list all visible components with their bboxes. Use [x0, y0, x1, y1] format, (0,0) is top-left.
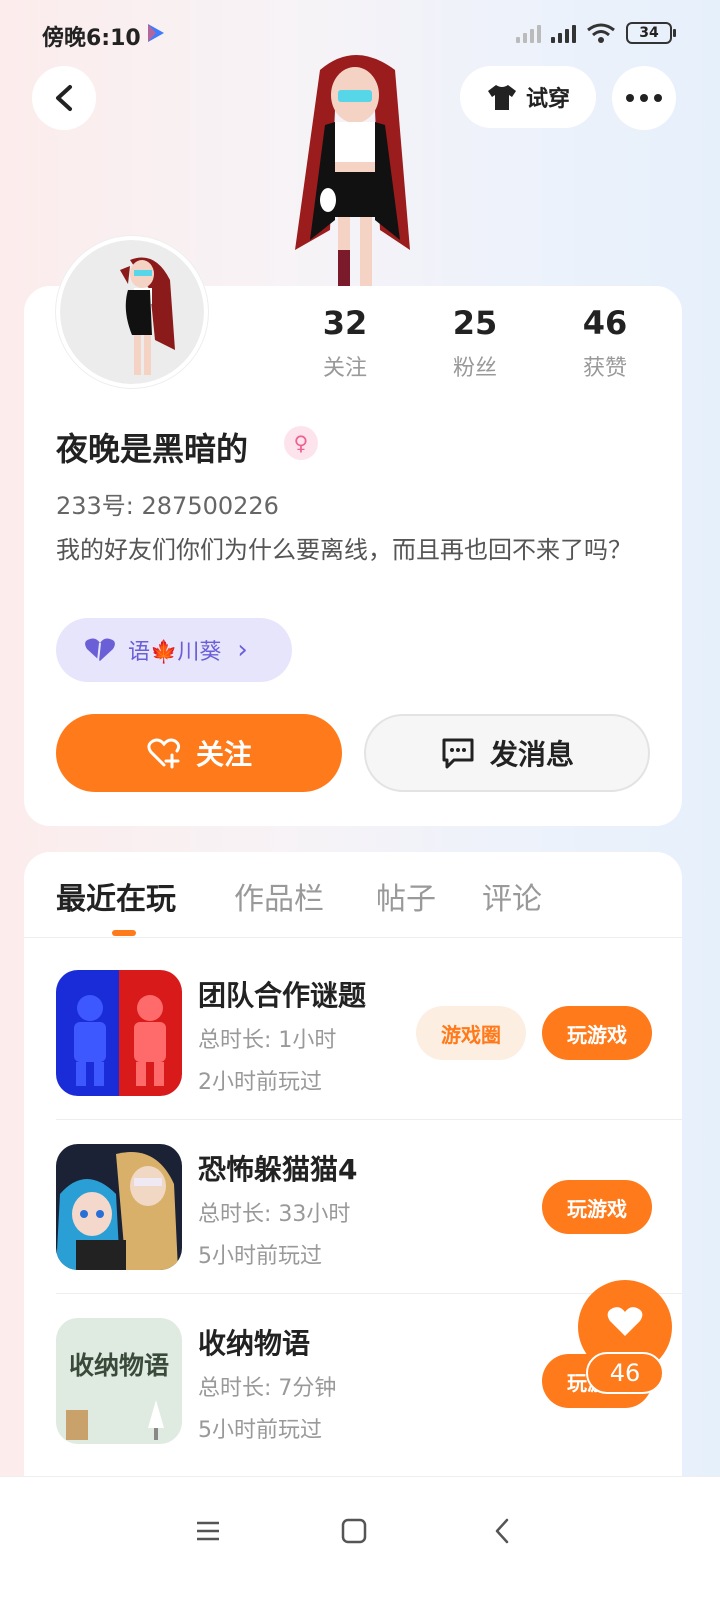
stat-value: 32	[322, 304, 368, 342]
stat-value: 25	[452, 304, 498, 342]
relation-tag[interactable]: 语🍁川葵 ›	[56, 618, 292, 682]
game-icon-image: 收纳物语	[56, 1318, 182, 1444]
tab-comments[interactable]: 评论	[482, 874, 542, 918]
system-nav-bar	[0, 1476, 720, 1600]
chat-bubble-icon	[442, 738, 474, 769]
floating-like-count: 46	[586, 1352, 664, 1394]
relation-tag-text: 语🍁川葵	[128, 640, 222, 665]
game-circle-button[interactable]: 游戏圈	[416, 1006, 526, 1060]
tab-recent-play[interactable]: 最近在玩	[56, 874, 176, 918]
stat-label: 关注	[322, 356, 367, 381]
battery-icon: 34	[626, 22, 676, 44]
game-title: 收纳物语	[198, 1327, 311, 1360]
message-label: 发消息	[489, 738, 574, 771]
heart-plus-icon	[147, 738, 181, 769]
stat-likes[interactable]: 46 获赞	[540, 304, 670, 382]
game-title: 恐怖躲猫猫4	[198, 1153, 358, 1186]
back-chevron-icon[interactable]	[482, 1511, 522, 1551]
tshirt-icon	[487, 85, 516, 110]
profile-stats: 32 关注 25 粉丝 46 获赞	[280, 304, 670, 382]
game-duration: 总时长: 7分钟	[198, 1376, 337, 1401]
list-item[interactable]: 恐怖躲猫猫4 总时长: 33小时 5小时前玩过 玩游戏	[56, 1144, 656, 1318]
game-last-played: 2小时前玩过	[198, 1070, 322, 1095]
game-last-played: 5小时前玩过	[198, 1244, 322, 1269]
status-time: 傍晚6:10	[42, 26, 141, 51]
follow-label: 关注	[195, 738, 252, 771]
divider	[56, 1293, 682, 1294]
chevron-right-icon: ›	[237, 635, 248, 665]
tab-indicator	[112, 930, 136, 936]
heart-icon	[607, 1307, 643, 1336]
signal-icon	[551, 23, 576, 43]
user-name: 夜晚是黑暗的	[56, 430, 249, 468]
try-on-button[interactable]: 试穿	[460, 66, 596, 128]
game-title: 团队合作谜题	[198, 979, 367, 1012]
menu-icon[interactable]	[188, 1511, 228, 1551]
more-dots-icon	[626, 94, 662, 102]
stat-label: 获赞	[582, 356, 627, 381]
play-store-icon	[148, 24, 164, 42]
message-button[interactable]: 发消息	[364, 714, 650, 792]
avatar-figure-image	[295, 55, 410, 290]
list-item[interactable]: 团队合作谜题 总时长: 1小时 2小时前玩过 游戏圈 玩游戏	[56, 970, 656, 1144]
stat-following[interactable]: 32 关注	[280, 304, 410, 382]
game-icon-image	[56, 970, 182, 1096]
game-last-played: 5小时前玩过	[198, 1418, 322, 1443]
tab-works[interactable]: 作品栏	[234, 874, 324, 918]
follow-button[interactable]: 关注	[56, 714, 342, 792]
chevron-left-icon	[56, 85, 72, 111]
play-game-button[interactable]: 玩游戏	[542, 1180, 652, 1234]
play-game-button[interactable]: 玩游戏	[542, 1006, 652, 1060]
game-duration: 总时长: 33小时	[198, 1202, 351, 1227]
stat-followers[interactable]: 25 粉丝	[410, 304, 540, 382]
female-icon: ♀	[284, 426, 318, 460]
heart-icon	[85, 638, 115, 662]
game-icon-image	[56, 1144, 182, 1270]
list-item[interactable]: 收纳物语 收纳物语 总时长: 7分钟 5小时前玩过 玩游戏	[56, 1318, 656, 1492]
signal-icon	[516, 23, 541, 43]
profile-tabs: 最近在玩 作品栏 帖子 评论	[24, 852, 682, 938]
game-duration: 总时长: 1小时	[198, 1028, 337, 1053]
home-square-icon[interactable]	[334, 1511, 374, 1551]
divider	[56, 1119, 682, 1120]
tab-posts[interactable]: 帖子	[376, 874, 436, 918]
more-button[interactable]	[612, 66, 676, 130]
back-button[interactable]	[32, 66, 96, 130]
stat-value: 46	[582, 304, 628, 342]
stat-label: 粉丝	[452, 356, 497, 381]
avatar[interactable]	[56, 236, 208, 388]
try-on-label: 试穿	[525, 87, 570, 112]
avatar-image	[120, 257, 175, 375]
wifi-icon	[587, 23, 615, 43]
user-bio: 我的好友们你们为什么要离线，而且再也回不来了吗？	[56, 536, 632, 564]
user-id: 233号: 287500226	[56, 492, 279, 520]
